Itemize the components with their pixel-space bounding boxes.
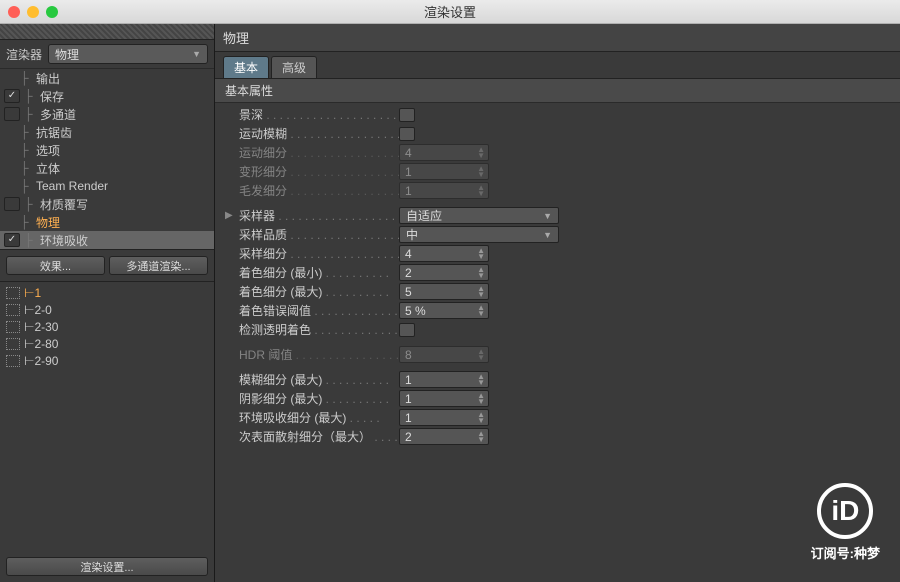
preset-icon — [6, 287, 20, 299]
prop-row: 运动模糊 . . . . . . . . . . . . . . . . . .… — [215, 124, 900, 143]
checkbox[interactable] — [399, 323, 415, 337]
prop-row: ▶采样器 . . . . . . . . . . . . . . . . . .… — [215, 206, 900, 225]
prop-row: 变形细分 . . . . . . . . . . . . . . . . . .… — [215, 162, 900, 181]
prop-row: 采样细分 . . . . . . . . . . . . . . . . . .… — [215, 244, 900, 263]
number-input[interactable]: 4▲▼ — [399, 245, 489, 262]
prop-row: 毛发细分 . . . . . . . . . . . . . . . . . .… — [215, 181, 900, 200]
prop-row: 着色细分 (最小) . . . . . . . . . .2▲▼ — [215, 263, 900, 282]
prop-row: 采样品质 . . . . . . . . . . . . . . . . . .… — [215, 225, 900, 244]
effects-button[interactable]: 效果... — [6, 256, 105, 275]
spinner-icon[interactable]: ▲▼ — [477, 393, 485, 405]
checkbox-icon[interactable] — [4, 233, 20, 247]
render-settings-button[interactable]: 渲染设置... — [6, 557, 208, 576]
properties: 景深 . . . . . . . . . . . . . . . . . . .… — [215, 103, 900, 454]
tree-item-5[interactable]: ├立体 — [0, 159, 214, 177]
titlebar: 渲染设置 — [0, 0, 900, 24]
section-header: 基本属性 — [215, 79, 900, 103]
tree-item-9[interactable]: ├环境吸收 — [0, 231, 214, 249]
prop-row: 着色细分 (最大) . . . . . . . . . .5▲▼ — [215, 282, 900, 301]
main-panel: 物理 基本高级 基本属性 景深 . . . . . . . . . . . . … — [215, 24, 900, 582]
number-input[interactable]: 8▲▼ — [399, 346, 489, 363]
number-input[interactable]: 4▲▼ — [399, 144, 489, 161]
preset-3[interactable]: ⊢2-80 — [0, 335, 214, 352]
number-input[interactable]: 1▲▼ — [399, 371, 489, 388]
spinner-icon[interactable]: ▲▼ — [477, 185, 485, 197]
preset-2[interactable]: ⊢2-30 — [0, 318, 214, 335]
checkbox-icon[interactable] — [4, 197, 20, 211]
number-input[interactable]: 1▲▼ — [399, 163, 489, 180]
multipass-button[interactable]: 多通道渲染... — [109, 256, 208, 275]
tabs: 基本高级 — [215, 52, 900, 79]
presets-list: ⊢1⊢2-0⊢2-30⊢2-80⊢2-90 — [0, 281, 214, 369]
watermark: iD 订阅号:种梦 — [811, 483, 880, 562]
number-input[interactable]: 1▲▼ — [399, 409, 489, 426]
tree-item-6[interactable]: ├Team Render — [0, 177, 214, 195]
prop-row: 环境吸收细分 (最大) . . . . .1▲▼ — [215, 408, 900, 427]
prop-row: 次表面散射细分（最大） . . . . .2▲▼ — [215, 427, 900, 446]
number-input[interactable]: 1▲▼ — [399, 390, 489, 407]
checkbox[interactable] — [399, 127, 415, 141]
tree-item-0[interactable]: ├输出 — [0, 69, 214, 87]
number-input[interactable]: 5 %▲▼ — [399, 302, 489, 319]
panel-title: 物理 — [215, 24, 900, 52]
tree-item-7[interactable]: ├材质覆写 — [0, 195, 214, 213]
checkbox-icon[interactable] — [4, 89, 20, 103]
chevron-down-icon: ▼ — [543, 211, 552, 221]
prop-row: HDR 阈值 . . . . . . . . . . . . . . . . .… — [215, 345, 900, 364]
spinner-icon[interactable]: ▲▼ — [477, 267, 485, 279]
settings-tree: ├输出├保存├多通道├抗锯齿├选项├立体├Team Render├材质覆写├物理… — [0, 69, 214, 250]
spinner-icon[interactable]: ▲▼ — [477, 248, 485, 260]
renderer-label: 渲染器 — [6, 46, 42, 63]
tab-1[interactable]: 高级 — [271, 56, 317, 78]
prop-row: 阴影细分 (最大) . . . . . . . . . .1▲▼ — [215, 389, 900, 408]
chevron-down-icon: ▼ — [543, 230, 552, 240]
tab-0[interactable]: 基本 — [223, 56, 269, 78]
dropdown[interactable]: 中▼ — [399, 226, 559, 243]
number-input[interactable]: 2▲▼ — [399, 264, 489, 281]
tree-item-1[interactable]: ├保存 — [0, 87, 214, 105]
spinner-icon[interactable]: ▲▼ — [477, 147, 485, 159]
sidebar: 渲染器 物理 ▼ ├输出├保存├多通道├抗锯齿├选项├立体├Team Rende… — [0, 24, 215, 582]
tree-item-2[interactable]: ├多通道 — [0, 105, 214, 123]
preset-icon — [6, 355, 20, 367]
preset-icon — [6, 338, 20, 350]
preset-0[interactable]: ⊢1 — [0, 284, 214, 301]
preset-1[interactable]: ⊢2-0 — [0, 301, 214, 318]
checkbox[interactable] — [399, 108, 415, 122]
number-input[interactable]: 1▲▼ — [399, 182, 489, 199]
number-input[interactable]: 5▲▼ — [399, 283, 489, 300]
tree-item-4[interactable]: ├选项 — [0, 141, 214, 159]
spinner-icon[interactable]: ▲▼ — [477, 374, 485, 386]
preset-icon — [6, 304, 20, 316]
number-input[interactable]: 2▲▼ — [399, 428, 489, 445]
dropdown[interactable]: 自适应▼ — [399, 207, 559, 224]
spinner-icon[interactable]: ▲▼ — [477, 305, 485, 317]
prop-row: 检测透明着色 . . . . . . . . . . . . . . . . . — [215, 320, 900, 339]
spinner-icon[interactable]: ▲▼ — [477, 349, 485, 361]
window-title: 渲染设置 — [8, 2, 892, 21]
tree-item-8[interactable]: ├物理 — [0, 213, 214, 231]
prop-row: 模糊细分 (最大) . . . . . . . . . .1▲▼ — [215, 370, 900, 389]
spinner-icon[interactable]: ▲▼ — [477, 412, 485, 424]
checkbox-icon[interactable] — [4, 107, 20, 121]
prop-row: 着色错误阈值 . . . . . . . . . . . . . . . . .… — [215, 301, 900, 320]
spinner-icon[interactable]: ▲▼ — [477, 286, 485, 298]
spinner-icon[interactable]: ▲▼ — [477, 431, 485, 443]
chevron-down-icon: ▼ — [192, 49, 201, 59]
prop-row: 运动细分 . . . . . . . . . . . . . . . . . .… — [215, 143, 900, 162]
preset-4[interactable]: ⊢2-90 — [0, 352, 214, 369]
renderer-select[interactable]: 物理 ▼ — [48, 44, 208, 64]
logo-icon: iD — [817, 483, 873, 539]
hatch-strip — [0, 24, 214, 40]
preset-icon — [6, 321, 20, 333]
prop-row: 景深 . . . . . . . . . . . . . . . . . . .… — [215, 105, 900, 124]
spinner-icon[interactable]: ▲▼ — [477, 166, 485, 178]
tree-item-3[interactable]: ├抗锯齿 — [0, 123, 214, 141]
